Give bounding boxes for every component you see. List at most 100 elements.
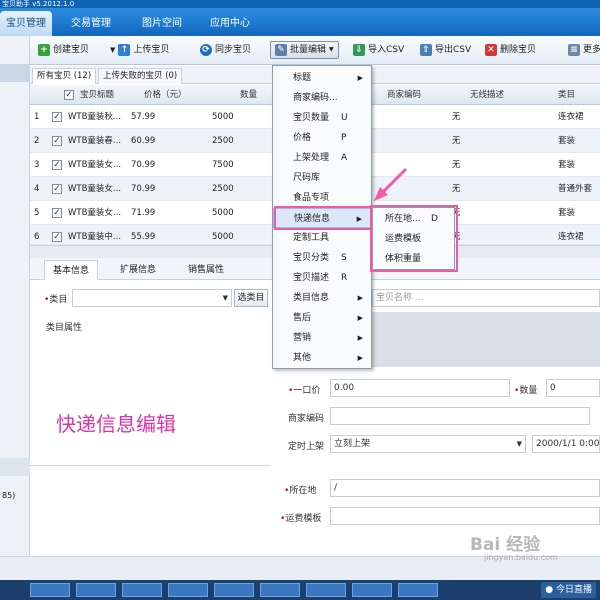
more-button[interactable]: ≡ 更多 xyxy=(568,41,600,59)
column-price[interactable]: 价格（元） xyxy=(144,85,204,105)
menu-item-category-info[interactable]: 类目信息 ▶ xyxy=(273,288,371,308)
row-quantity: 5000 xyxy=(212,112,234,122)
row-title: WTB童装女... xyxy=(68,208,122,218)
quantity-input[interactable]: 0 xyxy=(546,379,600,397)
nav-tab-apps[interactable]: 应用中心 xyxy=(200,11,260,36)
more-icon: ≡ xyxy=(568,44,580,56)
taskbar-chip[interactable] xyxy=(352,583,392,597)
menu-item-size-library[interactable]: 尺码库 xyxy=(273,168,371,188)
main-nav: 宝贝管理 交易管理 图片空间 应用中心 xyxy=(0,8,600,36)
location-label: •所在地 xyxy=(284,486,317,496)
row-quantity: 7500 xyxy=(212,160,234,170)
taskbar-chip[interactable] xyxy=(168,583,208,597)
taskbar-chip[interactable] xyxy=(30,583,70,597)
menu-item-food[interactable]: 食品专项 xyxy=(273,188,371,208)
export-csv-button[interactable]: ⇧ 导出CSV xyxy=(420,41,471,59)
nav-tab-items[interactable]: 宝贝管理 xyxy=(0,11,52,36)
select-all-checkbox[interactable]: ✓ xyxy=(64,90,74,100)
merchant-code-input[interactable] xyxy=(330,407,590,425)
tab-basic-info[interactable]: 基本信息 xyxy=(44,260,99,280)
menu-item-quantity[interactable]: 宝贝数量 U xyxy=(273,108,371,128)
divider xyxy=(30,465,270,466)
category-select[interactable]: ▼ xyxy=(72,289,232,307)
merchant-code-label: 商家编码 xyxy=(288,414,325,424)
row-category: 套装 xyxy=(558,136,576,146)
schedule-select[interactable]: 立刻上架 ▼ xyxy=(330,435,526,453)
taskbar-chip[interactable] xyxy=(214,583,254,597)
import-icon: ⇩ xyxy=(353,44,365,56)
menu-item-price[interactable]: 价格 P xyxy=(273,128,371,148)
create-item-button[interactable]: + 创建宝贝 xyxy=(38,41,89,59)
delete-item-button[interactable]: ✕ 删除宝贝 xyxy=(485,41,536,59)
column-mobile-desc[interactable]: 无线描述 xyxy=(470,85,520,105)
highlight-box-submenu xyxy=(370,205,458,272)
delete-item-label: 删除宝贝 xyxy=(500,45,537,55)
taskbar-chip[interactable] xyxy=(260,583,300,597)
import-csv-button[interactable]: ⇩ 导入CSV xyxy=(353,41,404,59)
left-panel-count: 85) xyxy=(2,491,16,500)
schedule-date-input[interactable]: 2000/1/1 0:00: xyxy=(532,435,600,453)
chevron-down-icon: ▼ xyxy=(516,440,522,448)
shipping-template-label: •运费模板 xyxy=(280,514,322,524)
upload-item-label: 上传宝贝 xyxy=(133,45,170,55)
taskbar-chip[interactable] xyxy=(398,583,438,597)
column-merchant-code[interactable]: 商家编码 xyxy=(387,85,437,105)
column-category[interactable]: 类目 xyxy=(558,85,598,105)
tab-failed-uploads[interactable]: 上传失败的宝贝 (0) xyxy=(98,68,183,84)
menu-item-description[interactable]: 宝贝描述 R xyxy=(273,268,371,288)
column-title[interactable]: 宝贝标题 xyxy=(80,85,130,105)
chevron-down-icon: ▼ xyxy=(222,294,228,302)
row-number: 5 xyxy=(34,208,40,218)
row-checkbox[interactable]: ✓ xyxy=(52,112,62,122)
menu-item-title[interactable]: 标题 ▶ xyxy=(273,68,371,88)
left-panel: 85) xyxy=(0,36,30,556)
tab-sales-props[interactable]: 销售属性 xyxy=(180,260,232,280)
row-title: WTB童装女... xyxy=(68,160,122,170)
left-panel-bar[interactable] xyxy=(0,458,30,476)
shipping-template-select[interactable] xyxy=(330,507,600,525)
left-panel-selected-bar[interactable] xyxy=(0,64,30,82)
sync-item-button[interactable]: ⟳ 同步宝贝 xyxy=(200,41,251,59)
row-checkbox[interactable]: ✓ xyxy=(52,208,62,218)
select-category-button[interactable]: 选类目 xyxy=(234,289,268,307)
menu-item-other[interactable]: 其他 ▶ xyxy=(273,348,371,368)
taskbar-chip[interactable] xyxy=(122,583,162,597)
row-checkbox[interactable]: ✓ xyxy=(52,232,62,242)
row-quantity: 2500 xyxy=(212,136,234,146)
menu-item-after-sales[interactable]: 售后 ▶ xyxy=(273,308,371,328)
menu-item-item-category[interactable]: 宝贝分类 S xyxy=(273,248,371,268)
row-checkbox[interactable]: ✓ xyxy=(52,160,62,170)
window-title-bar: 宝贝助手 v5.2012.1.0 xyxy=(0,0,600,8)
dropdown-arrow-icon: ▼ xyxy=(110,46,116,54)
upload-item-button[interactable]: ▼ ↑ 上传宝贝 xyxy=(110,41,169,59)
title-input[interactable]: 宝贝名称 ... xyxy=(372,289,600,307)
row-checkbox[interactable]: ✓ xyxy=(52,136,62,146)
watermark-logo: Bai 经验 xyxy=(470,535,541,555)
menu-item-marketing[interactable]: 营销 ▶ xyxy=(273,328,371,348)
location-input[interactable]: / xyxy=(330,479,600,497)
row-number: 2 xyxy=(34,136,40,146)
category-props-label: 类目属性 xyxy=(46,323,83,333)
dropdown-arrow-icon: ▼ xyxy=(329,46,334,53)
row-quantity: 5000 xyxy=(212,208,234,218)
menu-item-merchant-code[interactable]: 商家编码... xyxy=(273,88,371,108)
menu-item-listing[interactable]: 上架处理 A xyxy=(273,148,371,168)
nav-tab-trades[interactable]: 交易管理 xyxy=(62,11,120,36)
menu-item-custom-tools[interactable]: 定制工具 xyxy=(273,228,371,248)
nav-tab-images[interactable]: 图片空间 xyxy=(132,11,192,36)
taskbar-chip[interactable] xyxy=(76,583,116,597)
row-checkbox[interactable]: ✓ xyxy=(52,184,62,194)
live-button[interactable]: ● 今日直播 xyxy=(541,582,596,598)
row-title: WTB童装春... xyxy=(68,136,122,146)
toolbar: + 创建宝贝 ▼ ↑ 上传宝贝 ⟳ 同步宝贝 ✎ 批量编辑 ▼ ⇩ 导入CSV … xyxy=(30,36,600,65)
batch-edit-button[interactable]: ✎ 批量编辑 ▼ xyxy=(270,41,339,59)
pointer-arrow-icon xyxy=(374,167,408,201)
row-price: 60.99 xyxy=(131,136,156,146)
tab-all-items[interactable]: 所有宝贝 (12) xyxy=(32,68,97,84)
price-input[interactable]: 0.00 xyxy=(330,379,510,397)
row-mobile-desc: 无 xyxy=(452,136,461,146)
highlight-box-menu-item xyxy=(274,206,372,230)
submenu-arrow-icon: ▶ xyxy=(357,74,363,82)
tab-extended-info[interactable]: 扩展信息 xyxy=(112,260,164,280)
taskbar-chip[interactable] xyxy=(306,583,346,597)
